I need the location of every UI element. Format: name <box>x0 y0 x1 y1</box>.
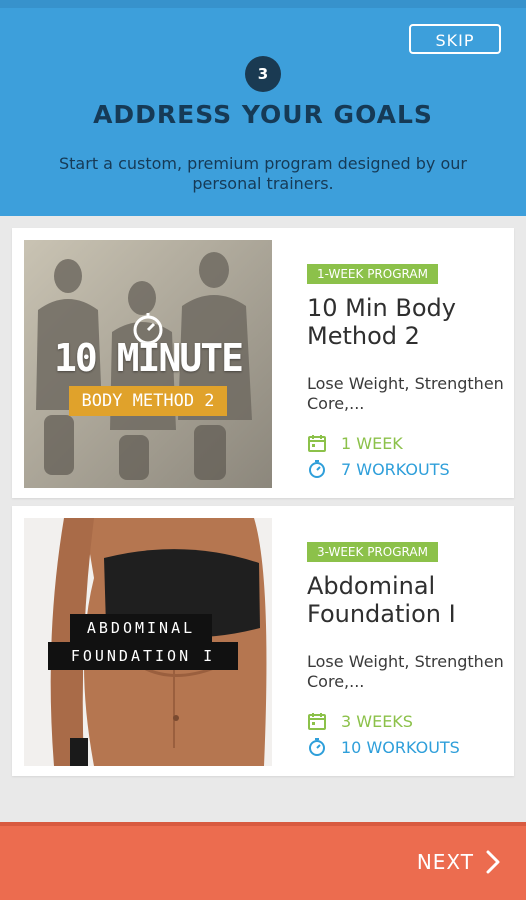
program-duration: 1 WEEK <box>307 433 403 453</box>
program-thumbnail: ABDOMINAL FOUNDATION I <box>24 518 272 766</box>
program-goals: Lose Weight, Strengthen Core,... <box>307 374 504 413</box>
image-title-line2: BODY METHOD 2 <box>69 386 227 416</box>
program-duration: 3 WEEKS <box>307 711 413 731</box>
page-title: ADDRESS YOUR GOALS <box>93 100 433 129</box>
duration-text: 1 WEEK <box>341 433 403 453</box>
footer-bar: NEXT <box>0 822 526 900</box>
program-workout-count: 7 WORKOUTS <box>307 459 450 479</box>
chevron-right-icon <box>486 850 500 874</box>
program-title: 10 Min Body Method 2 <box>307 294 456 350</box>
image-title-line1: 10 MINUTE <box>54 336 244 380</box>
step-number-badge: 3 <box>245 56 281 92</box>
program-length-badge: 3-WEEK PROGRAM <box>307 542 438 562</box>
program-thumbnail: 10 MINUTE BODY METHOD 2 <box>24 240 272 488</box>
program-length-badge: 1-WEEK PROGRAM <box>307 264 438 284</box>
skip-button[interactable]: SKIP <box>409 24 501 54</box>
stopwatch-icon <box>309 460 325 478</box>
program-goals: Lose Weight, Strengthen Core,... <box>307 652 504 691</box>
duration-text: 3 WEEKS <box>341 711 413 731</box>
next-label: NEXT <box>416 850 474 874</box>
status-strip <box>0 0 526 8</box>
workouts-text: 10 WORKOUTS <box>341 737 460 757</box>
image-title-line2: FOUNDATION I <box>48 642 238 670</box>
program-workout-count: 10 WORKOUTS <box>307 737 460 757</box>
calendar-icon <box>308 435 326 452</box>
stopwatch-icon <box>309 738 325 756</box>
program-card[interactable]: ABDOMINAL FOUNDATION I 3-WEEK PROGRAM Ab… <box>12 506 514 776</box>
program-title: Abdominal Foundation I <box>307 572 456 628</box>
onboarding-header: SKIP 3 ADDRESS YOUR GOALS Start a custom… <box>0 0 526 216</box>
next-button[interactable]: NEXT <box>417 850 500 874</box>
program-card[interactable]: 10 MINUTE BODY METHOD 2 1-WEEK PROGRAM 1… <box>12 228 514 498</box>
workouts-text: 7 WORKOUTS <box>341 459 450 479</box>
calendar-icon <box>308 713 326 730</box>
image-title-line1: ABDOMINAL <box>70 614 212 642</box>
page-subtitle: Start a custom, premium program designed… <box>59 154 467 193</box>
